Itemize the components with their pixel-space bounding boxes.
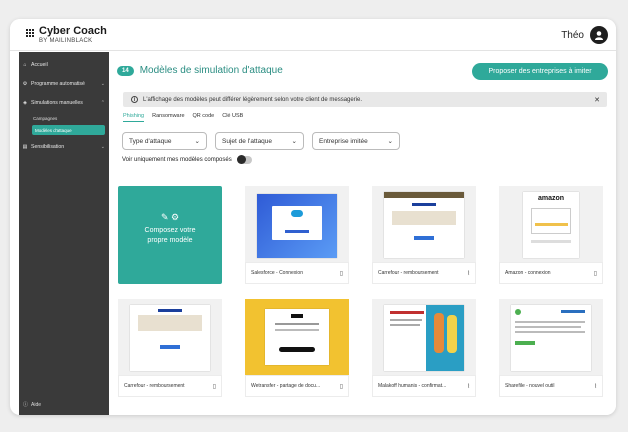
template-name: Carrefour - remboursement	[124, 383, 185, 389]
compose-line-1: Composez votre	[144, 227, 196, 234]
count-badge: 14	[117, 65, 134, 76]
chevron-down-icon: ⌄	[100, 144, 105, 150]
document-icon: ▯	[339, 383, 343, 390]
filter-attack-subject[interactable]: Sujet de l'attaque ⌄	[215, 132, 304, 150]
attack-type-tabs: Phishing Ransomware QR code Clé USB	[123, 113, 243, 122]
automation-icon: ⚙	[22, 81, 28, 87]
composed-only-toggle-row: Voir uniquement mes modèles composés	[122, 155, 252, 164]
filter-label: Entreprise imitée	[319, 137, 368, 145]
paperclip-icon: ⌇	[594, 383, 597, 390]
chevron-up-icon: ⌃	[100, 100, 105, 106]
page-header: 14 Modèles de simulation d'attaque	[117, 65, 283, 76]
main-content: 14 Modèles de simulation d'attaque Propo…	[109, 52, 616, 415]
app-window: Cyber Coach BY MAILINBLACK Théo ⌂ Accuei…	[10, 19, 616, 415]
tab-qr-code[interactable]: QR code	[193, 113, 215, 122]
page-title: Modèles de simulation d'attaque	[139, 65, 283, 76]
template-card-footer: Carrefour - remboursement ⌇	[372, 262, 476, 284]
filter-attack-type[interactable]: Type d'attaque ⌄	[122, 132, 207, 150]
simulation-icon: ◈	[23, 100, 27, 106]
document-icon: ▯	[339, 270, 343, 277]
filter-imitated-company[interactable]: Entreprise imitée ⌄	[312, 132, 400, 150]
template-card-footer: Amazon - connexion ▯	[499, 262, 603, 284]
template-thumbnail	[372, 186, 476, 262]
template-thumbnail	[245, 186, 349, 262]
sidebar-subitem-campagnes[interactable]: Campagnes	[33, 116, 57, 121]
brand-subtitle: BY MAILINBLACK	[39, 38, 93, 44]
compose-template-card[interactable]: ✎ ⚙ Composez votre propre modèle	[118, 186, 222, 284]
filter-label: Sujet de l'attaque	[222, 137, 273, 145]
sidebar-item-label: Sensibilisation	[31, 144, 65, 150]
template-card-footer: Carrefour - remboursement ▯	[118, 375, 222, 397]
template-thumbnail: amazon	[499, 186, 603, 262]
template-name: Carrefour - remboursement	[378, 270, 439, 276]
template-thumbnail	[372, 299, 476, 375]
sidebar-item-simulations[interactable]: ◈ Simulations manuelles ⌃	[19, 97, 109, 109]
template-thumbnail	[499, 299, 603, 375]
sidebar-item-sensibilisation[interactable]: ▤ Sensibilisation ⌄	[19, 141, 109, 153]
user-menu[interactable]: Théo	[561, 26, 608, 44]
template-name: Wetransfer - partage de docu...	[251, 383, 321, 389]
paperclip-icon: ⌇	[467, 383, 470, 390]
avatar[interactable]	[590, 26, 608, 44]
sidebar: ⌂ Accueil ⚙ Programme automatisé ⌄ ◈ Sim…	[19, 52, 109, 415]
apps-grid-icon	[26, 29, 35, 38]
template-card[interactable]: Sharefile - nouvel outil ⌇	[499, 299, 603, 397]
paperclip-icon: ⌇	[467, 270, 470, 277]
help-label: Aide	[31, 401, 42, 408]
template-name: Malakoff humanis - confirmat...	[378, 383, 447, 389]
notice-text: L'affichage des modèles peut différer lé…	[143, 96, 363, 103]
close-icon[interactable]: ✕	[594, 96, 600, 104]
brand-title: Cyber Coach	[39, 25, 107, 37]
template-card[interactable]: Salesforce - Connexion ▯	[245, 186, 349, 284]
info-icon: i	[131, 96, 138, 103]
brand-logo[interactable]: Cyber Coach BY MAILINBLACK	[26, 26, 107, 45]
filter-label: Type d'attaque	[129, 137, 172, 145]
help-icon: ⓘ	[23, 402, 29, 408]
tab-phishing[interactable]: Phishing	[123, 113, 145, 122]
sidebar-item-label: Simulations manuelles	[31, 100, 83, 106]
home-icon: ⌂	[23, 62, 27, 68]
template-card[interactable]: Wetransfer - partage de docu... ▯	[245, 299, 349, 397]
sidebar-item-label: Programme automatisé	[31, 81, 85, 87]
propose-companies-button[interactable]: Proposer des entreprises à imiter	[472, 63, 608, 80]
template-thumbnail	[118, 299, 222, 375]
user-icon	[595, 31, 603, 40]
template-card[interactable]: amazon Amazon - connexion ▯	[499, 186, 603, 284]
document-icon: ▯	[593, 270, 597, 277]
document-icon: ▯	[212, 383, 216, 390]
sidebar-item-programme[interactable]: ⚙ Programme automatisé ⌄	[19, 78, 109, 90]
template-name: Sharefile - nouvel outil	[505, 383, 555, 389]
chevron-down-icon: ⌄	[194, 138, 200, 145]
composed-only-toggle[interactable]	[236, 155, 252, 164]
chevron-down-icon: ⌄	[387, 138, 393, 145]
compose-line-2: propre modèle	[147, 237, 193, 244]
filters-row: Type d'attaque ⌄ Sujet de l'attaque ⌄ En…	[122, 132, 400, 150]
toggle-label: Voir uniquement mes modèles composés	[122, 157, 232, 163]
sidebar-item-accueil[interactable]: ⌂ Accueil	[19, 59, 109, 71]
book-icon: ▤	[22, 144, 28, 150]
template-card-footer: Sharefile - nouvel outil ⌇	[499, 375, 603, 397]
template-card[interactable]: Carrefour - remboursement ⌇	[372, 186, 476, 284]
template-card-footer: Malakoff humanis - confirmat... ⌇	[372, 375, 476, 397]
template-card-footer: Salesforce - Connexion ▯	[245, 262, 349, 284]
compose-content: ✎ ⚙ Composez votre propre modèle	[118, 212, 222, 246]
sidebar-item-label: Accueil	[31, 62, 48, 68]
template-card[interactable]: Malakoff humanis - confirmat... ⌇	[372, 299, 476, 397]
notice-banner: i L'affichage des modèles peut différer …	[123, 92, 607, 107]
template-name: Amazon - connexion	[505, 270, 551, 276]
tab-ransomware[interactable]: Ransomware	[152, 113, 184, 122]
amazon-logo-text: amazon	[537, 195, 565, 202]
chevron-down-icon: ⌄	[291, 138, 297, 145]
top-bar: Cyber Coach BY MAILINBLACK Théo	[10, 19, 616, 51]
tab-usb-key[interactable]: Clé USB	[222, 113, 243, 122]
sidebar-subitem-modeles[interactable]: Modèles d'attaque	[32, 125, 105, 135]
compose-icon: ✎ ⚙	[160, 212, 180, 222]
user-name: Théo	[561, 29, 584, 41]
template-card-footer: Wetransfer - partage de docu... ▯	[245, 375, 349, 397]
template-thumbnail	[245, 299, 349, 375]
help-link[interactable]: ⓘ Aide	[23, 401, 42, 409]
template-card[interactable]: Carrefour - remboursement ▯	[118, 299, 222, 397]
chevron-down-icon: ⌄	[100, 81, 105, 87]
template-name: Salesforce - Connexion	[251, 270, 303, 276]
